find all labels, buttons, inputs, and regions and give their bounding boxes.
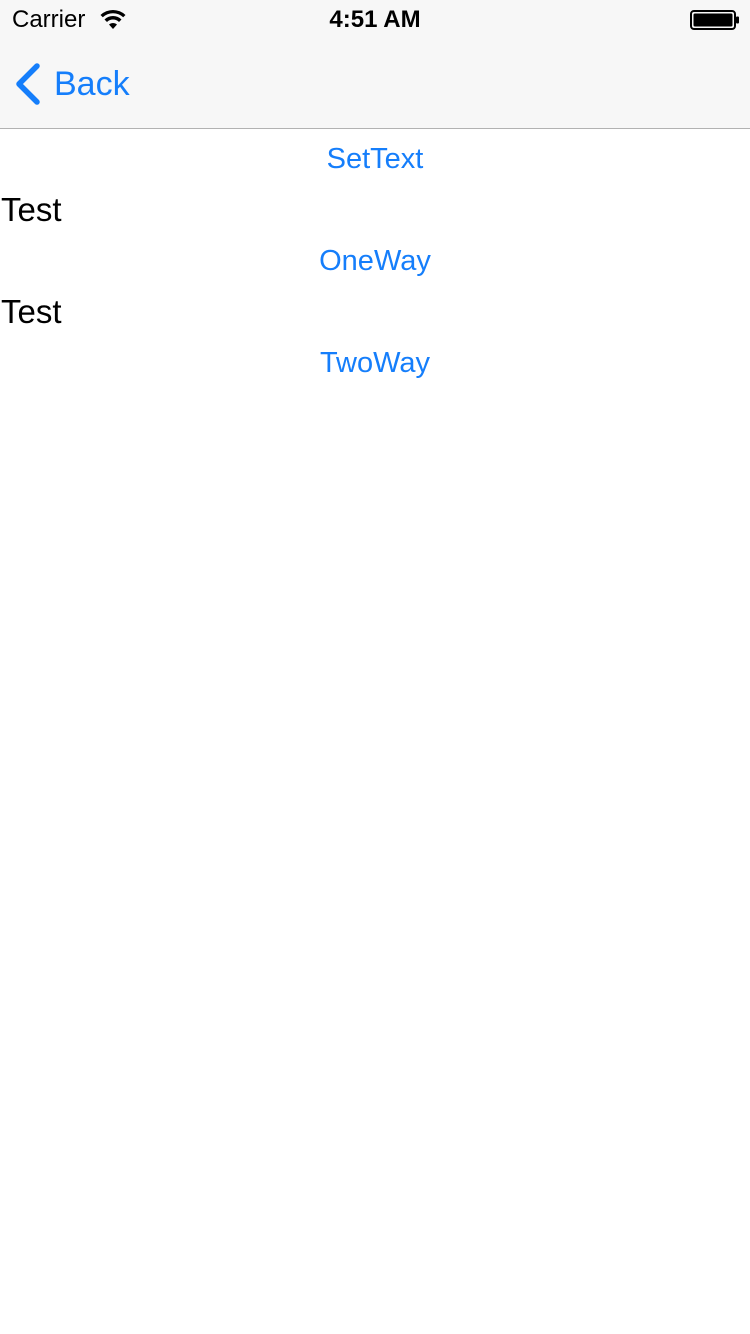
twoway-row: TwoWay [0,333,750,393]
navigation-bar: Back [0,40,750,128]
oneway-row: OneWay [0,231,750,291]
oneway-button[interactable]: OneWay [319,241,431,281]
label-row-1: Test [0,189,750,231]
chevron-left-icon [16,63,40,105]
battery-icon [690,10,739,30]
twoway-button[interactable]: TwoWay [320,343,430,383]
status-bar: Carrier 4:51 AM [0,0,750,40]
back-button[interactable]: Back [14,62,130,106]
test-label-2: Test [1,293,62,330]
app-screen: Carrier 4:51 AM Back SetText Test OneWay… [0,0,750,1334]
settext-row: SetText [0,129,750,189]
top-bar: Carrier 4:51 AM Back [0,0,750,129]
settext-button[interactable]: SetText [327,139,424,179]
back-button-label: Back [54,65,130,103]
test-label-1: Test [1,191,62,228]
content-area: SetText Test OneWay Test TwoWay [0,129,750,393]
label-row-2: Test [0,291,750,333]
status-time: 4:51 AM [329,6,421,33]
